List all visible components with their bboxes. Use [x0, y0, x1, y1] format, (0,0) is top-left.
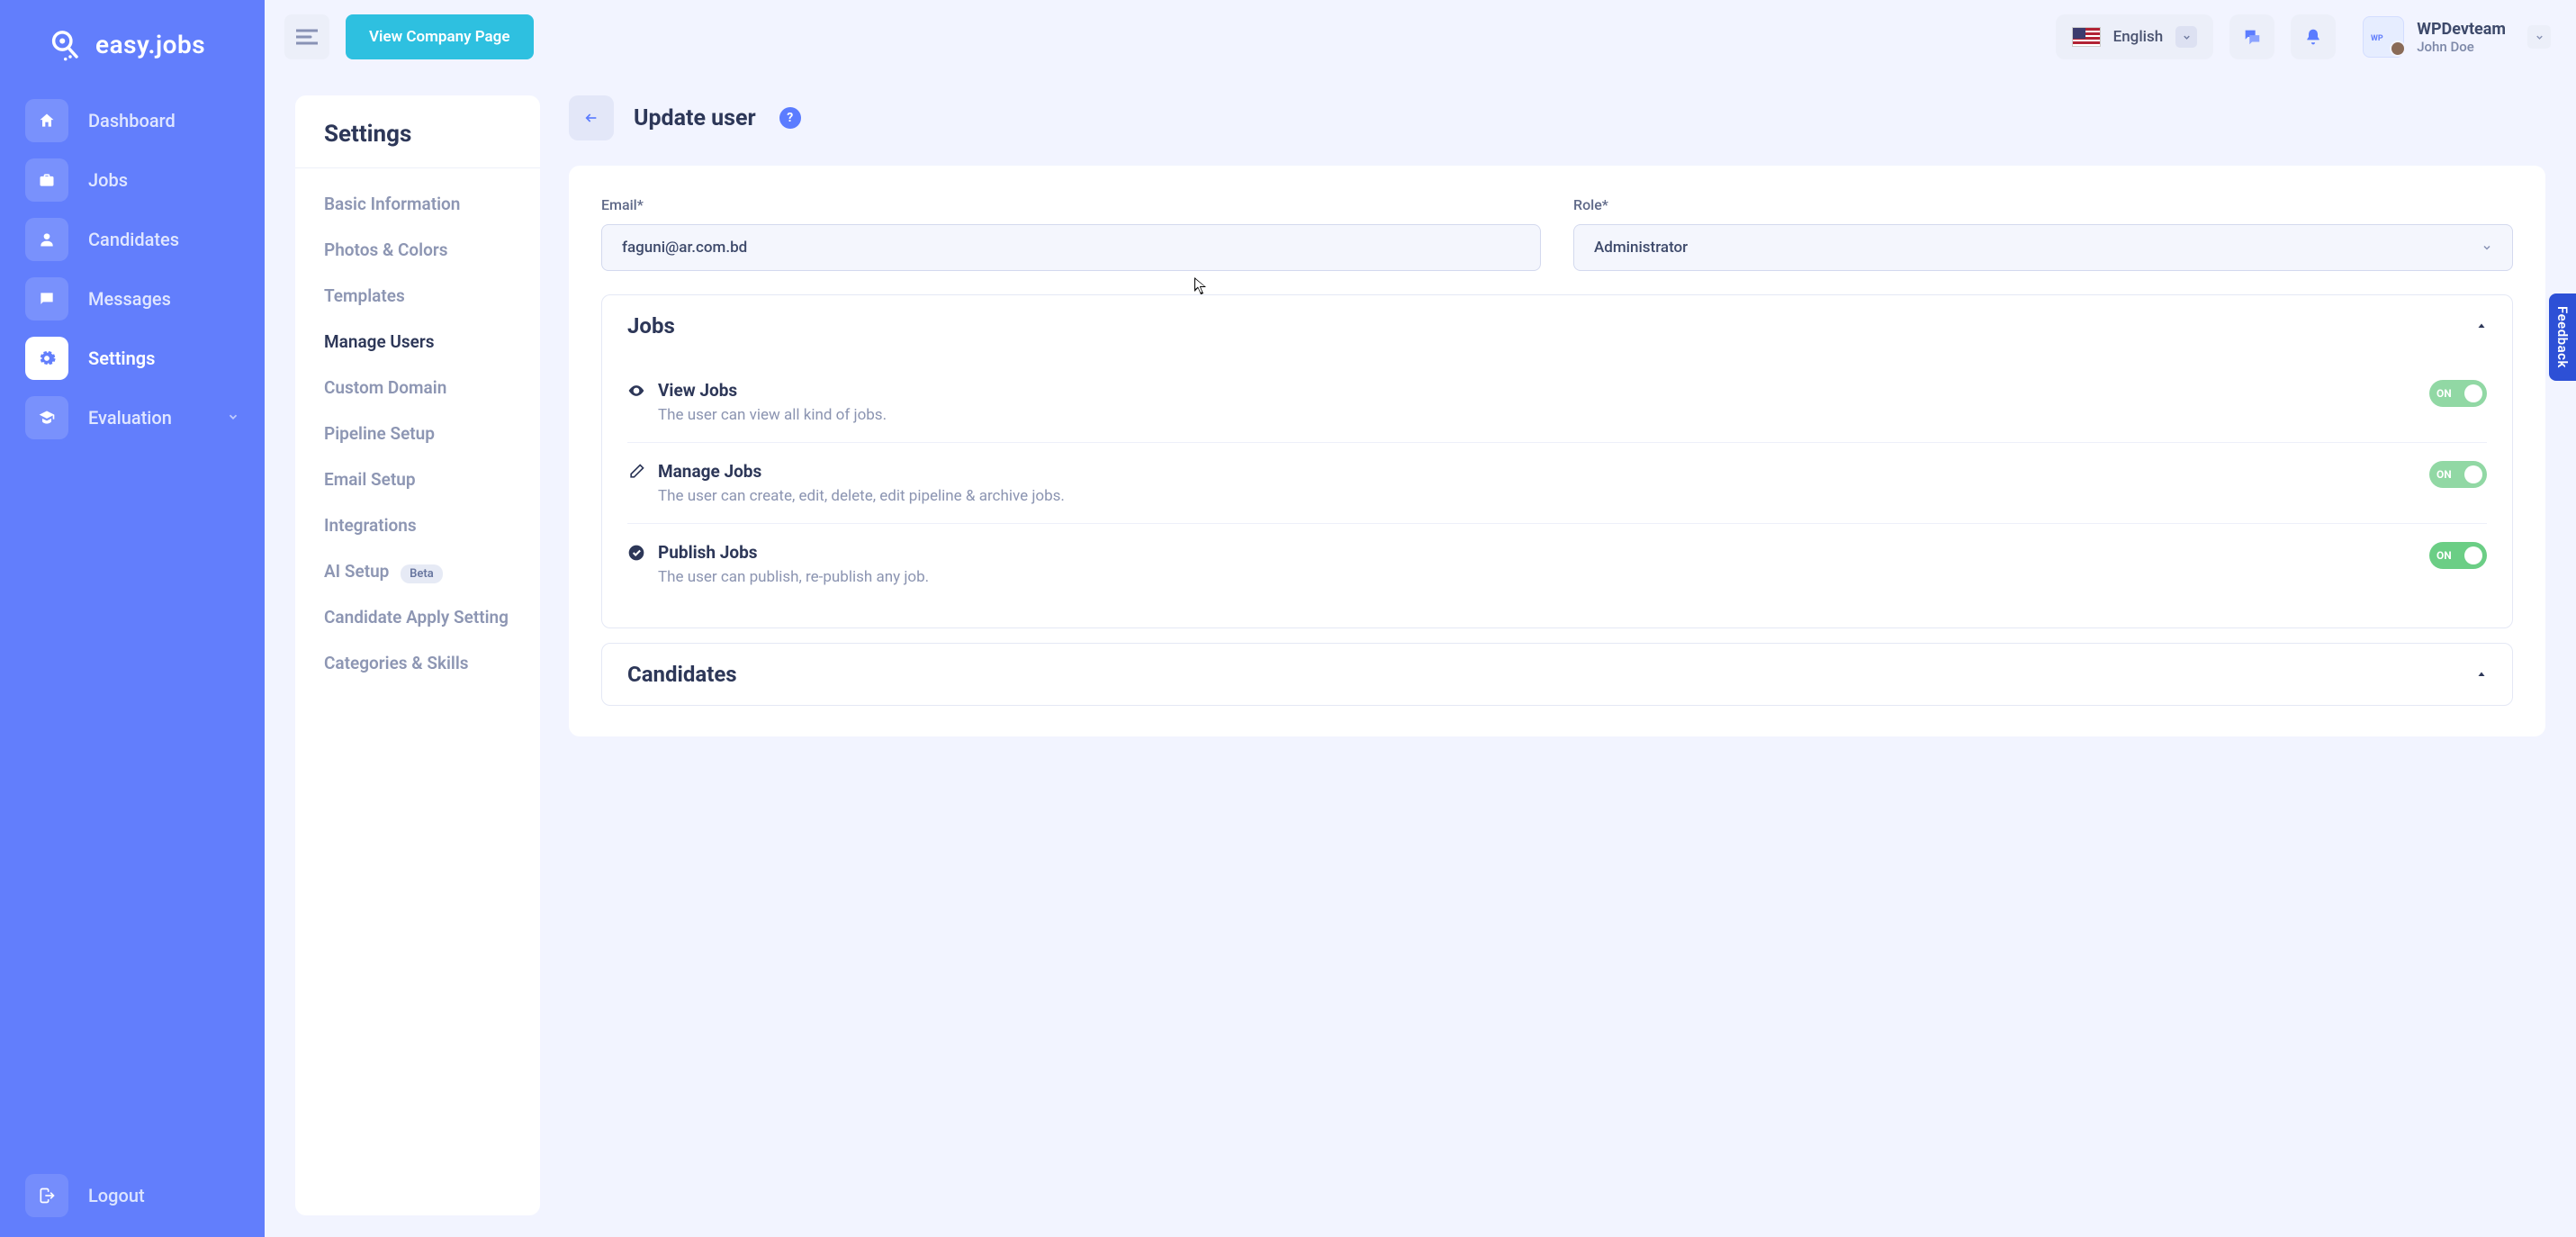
team-logo-icon: WP [2363, 16, 2404, 58]
toggle-label: ON [2436, 549, 2452, 562]
toggle-view-jobs[interactable]: ON [2429, 380, 2487, 407]
permissions-candidates-section: Candidates [601, 643, 2513, 706]
messages-button[interactable] [2229, 14, 2274, 59]
permission-row-publish-jobs: Publish Jobs The user can publish, re-pu… [627, 524, 2487, 604]
permissions-jobs-section: Jobs View Jobs The user can vie [601, 294, 2513, 628]
toggle-label: ON [2436, 468, 2452, 481]
chevron-down-icon [2527, 25, 2551, 49]
permission-row-manage-jobs: Manage Jobs The user can create, edit, d… [627, 443, 2487, 524]
email-input[interactable] [601, 224, 1541, 271]
permission-desc: The user can publish, re-publish any job… [658, 568, 929, 586]
beta-badge: Beta [401, 564, 443, 583]
feedback-tab[interactable]: Feedback [2549, 293, 2576, 381]
settings-item-ai-setup[interactable]: AI Setup Beta [295, 548, 540, 594]
nav-settings[interactable]: Settings [25, 337, 239, 380]
user-avatar-icon [2390, 41, 2406, 57]
settings-item-integrations[interactable]: Integrations [295, 502, 540, 548]
nav-label: Candidates [88, 229, 179, 250]
chat-icon [25, 277, 68, 321]
chevron-down-icon [2175, 26, 2197, 48]
pencil-icon [627, 463, 645, 481]
bell-icon [2304, 27, 2322, 47]
graduation-icon [25, 396, 68, 439]
arrow-left-icon [582, 111, 600, 125]
permission-desc: The user can create, edit, delete, edit … [658, 487, 1065, 505]
caret-up-icon [2476, 669, 2487, 680]
accordion-header-jobs[interactable]: Jobs [602, 295, 2512, 357]
back-button[interactable] [569, 95, 614, 140]
notifications-button[interactable] [2291, 14, 2336, 59]
logout-label: Logout [88, 1185, 145, 1206]
profile-team-name: WPDevteam [2417, 20, 2506, 39]
settings-item-categories-skills[interactable]: Categories & Skills [295, 640, 540, 686]
eye-icon [627, 382, 645, 400]
nav-messages[interactable]: Messages [25, 277, 239, 321]
menu-toggle[interactable] [284, 14, 329, 59]
nav-logout[interactable]: Logout [25, 1174, 239, 1217]
settings-item-email-setup[interactable]: Email Setup [295, 456, 540, 502]
hamburger-icon [296, 29, 318, 45]
language-selector[interactable]: English [2056, 14, 2214, 59]
nav-label: Dashboard [88, 110, 176, 131]
settings-item-templates[interactable]: Templates [295, 273, 540, 319]
logout-icon [25, 1174, 68, 1217]
language-label: English [2113, 28, 2164, 46]
profile-user-name: John Doe [2417, 39, 2506, 55]
profile-menu[interactable]: WP WPDevteam John Doe [2363, 16, 2551, 58]
nav-jobs[interactable]: Jobs [25, 158, 239, 202]
chevron-down-icon [227, 410, 239, 427]
accordion-title: Candidates [627, 662, 737, 687]
page-title: Update user [634, 105, 756, 131]
brand-name: easy.jobs [95, 30, 205, 59]
toggle-label: ON [2436, 387, 2452, 400]
gear-icon [25, 337, 68, 380]
nav-dashboard[interactable]: Dashboard [25, 99, 239, 142]
role-select[interactable]: Administrator [1573, 224, 2513, 271]
chevron-down-icon [2481, 242, 2492, 253]
sidebar: easy.jobs Dashboard Jobs Candidates Mess… [0, 0, 265, 1237]
nav-label: Jobs [88, 169, 128, 191]
permission-title: Publish Jobs [658, 542, 929, 563]
settings-item-ai-label: AI Setup [324, 561, 389, 582]
email-label: Email* [601, 196, 1541, 213]
settings-sidebar: Settings Basic Information Photos & Colo… [295, 95, 540, 1215]
nav-evaluation[interactable]: Evaluation [25, 396, 239, 439]
settings-item-photos-colors[interactable]: Photos & Colors [295, 227, 540, 273]
accordion-title: Jobs [627, 313, 675, 339]
permission-desc: The user can view all kind of jobs. [658, 406, 887, 424]
permission-title: View Jobs [658, 380, 887, 401]
nav-label: Settings [88, 348, 155, 369]
settings-item-custom-domain[interactable]: Custom Domain [295, 365, 540, 411]
update-user-form: Email* Role* Administrator Jobs [569, 166, 2545, 736]
chat-bubbles-icon [2242, 27, 2262, 47]
logo-icon [45, 25, 83, 63]
accordion-header-candidates[interactable]: Candidates [602, 644, 2512, 705]
settings-item-manage-users[interactable]: Manage Users [295, 319, 540, 365]
svg-text:WP: WP [2371, 34, 2383, 43]
brand-logo[interactable]: easy.jobs [45, 25, 239, 63]
help-button[interactable]: ? [779, 107, 801, 129]
check-circle-icon [627, 544, 645, 562]
toggle-manage-jobs[interactable]: ON [2429, 461, 2487, 488]
flag-us-icon [2072, 27, 2101, 47]
settings-item-basic-info[interactable]: Basic Information [295, 181, 540, 227]
permission-title: Manage Jobs [658, 461, 1065, 482]
settings-title: Settings [295, 121, 540, 168]
briefcase-icon [25, 158, 68, 202]
view-company-button[interactable]: View Company Page [346, 14, 534, 59]
settings-item-pipeline-setup[interactable]: Pipeline Setup [295, 411, 540, 456]
nav-candidates[interactable]: Candidates [25, 218, 239, 261]
topbar: View Company Page English WP W [265, 0, 2576, 74]
nav-label: Messages [88, 288, 171, 310]
home-icon [25, 99, 68, 142]
role-selected-value: Administrator [1594, 239, 1688, 257]
caret-up-icon [2476, 321, 2487, 331]
settings-item-candidate-apply[interactable]: Candidate Apply Setting [295, 594, 540, 640]
user-icon [25, 218, 68, 261]
role-label: Role* [1573, 196, 2513, 213]
nav-label: Evaluation [88, 407, 172, 429]
permission-row-view-jobs: View Jobs The user can view all kind of … [627, 362, 2487, 443]
toggle-publish-jobs[interactable]: ON [2429, 542, 2487, 569]
